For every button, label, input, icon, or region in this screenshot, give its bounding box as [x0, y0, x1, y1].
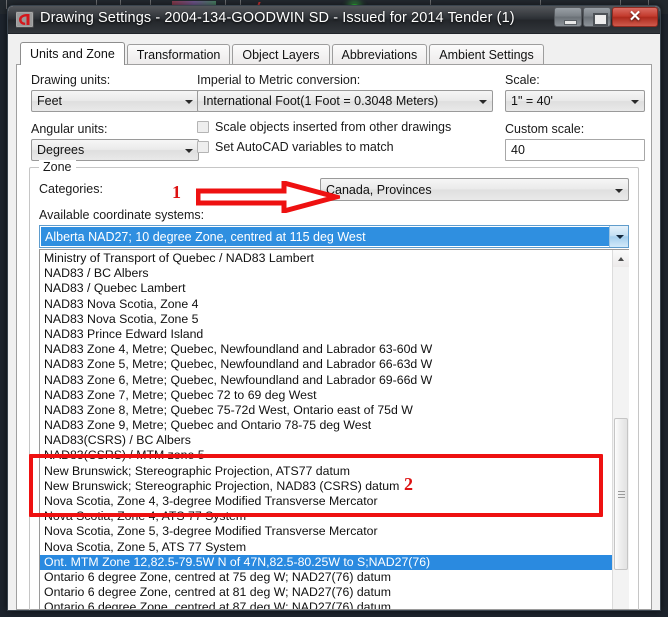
- scale-label: Scale:: [505, 73, 540, 87]
- chevron-down-icon: [479, 100, 487, 104]
- coordinate-system-selected-value: Alberta NAD27; 10 degree Zone, centred a…: [41, 227, 609, 246]
- tab-panel-units-and-zone: Drawing units: Feet Angular units: Degre…: [16, 64, 652, 610]
- list-item[interactable]: NAD83 Nova Scotia, Zone 4: [40, 297, 612, 312]
- scroll-up-arrow-icon[interactable]: [613, 250, 629, 267]
- list-item[interactable]: NAD83 Zone 5, Metre; Quebec, Newfoundlan…: [40, 357, 612, 372]
- list-item[interactable]: NAD83 / Quebec Lambert: [40, 281, 612, 296]
- set-autocad-variables-checkbox[interactable]: [197, 141, 209, 153]
- tab-strip: Units and Zone Transformation Object Lay…: [20, 42, 652, 65]
- window-controls: ✕: [554, 7, 658, 27]
- list-item[interactable]: NAD83 Zone 7, Metre; Quebec 72 to 69 deg…: [40, 388, 612, 403]
- custom-scale-label: Custom scale:: [505, 122, 585, 136]
- annotation-arrow-icon: [196, 181, 340, 213]
- close-icon: ✕: [628, 8, 642, 25]
- dialog-client-area: Units and Zone Transformation Object Lay…: [8, 34, 660, 610]
- scale-objects-checkbox[interactable]: [197, 121, 209, 133]
- drawing-units-group: Drawing units: Feet Angular units: Degre…: [31, 73, 199, 161]
- list-item[interactable]: NAD83 Prince Edward Island: [40, 327, 612, 342]
- list-item[interactable]: NAD83 Zone 8, Metre; Quebec 75-72d West,…: [40, 403, 612, 418]
- tab-units-and-zone[interactable]: Units and Zone: [20, 42, 125, 65]
- scale-objects-checkbox-row[interactable]: Scale objects inserted from other drawin…: [197, 120, 493, 134]
- tab-object-layers[interactable]: Object Layers: [232, 44, 330, 65]
- list-item[interactable]: Nova Scotia, Zone 5, 3-degree Modified T…: [40, 524, 612, 539]
- coordinate-systems-list: Ministry of Transport of Quebec / NAD83 …: [40, 250, 612, 609]
- zone-group-caption: Zone: [39, 160, 76, 174]
- imperial-metric-group: Imperial to Metric conversion: Internati…: [197, 73, 493, 160]
- list-item[interactable]: Nova Scotia, Zone 5, ATS 77 System: [40, 540, 612, 555]
- imperial-to-metric-label: Imperial to Metric conversion:: [197, 73, 361, 87]
- list-item[interactable]: Ontario 6 degree Zone, centred at 87 deg…: [40, 600, 612, 609]
- list-item[interactable]: NAD83 / BC Albers: [40, 266, 612, 281]
- angular-units-combobox[interactable]: Degrees: [31, 139, 199, 161]
- drawing-units-value: Feet: [37, 94, 63, 108]
- imperial-to-metric-value: International Foot(1 Foot = 0.3048 Meter…: [203, 94, 439, 108]
- list-item[interactable]: NAD83(CSRS) / BC Albers: [40, 433, 612, 448]
- scale-combobox[interactable]: 1" = 40': [505, 90, 645, 112]
- drawing-settings-dialog: Drawing Settings - 2004-134-GOODWIN SD -…: [7, 5, 661, 611]
- imperial-to-metric-combobox[interactable]: International Foot(1 Foot = 0.3048 Meter…: [197, 90, 493, 112]
- scrollbar-thumb[interactable]: [614, 418, 628, 570]
- categories-combobox[interactable]: Canada, Provinces: [320, 178, 629, 201]
- tab-label: Abbreviations: [341, 48, 418, 62]
- drawing-units-label: Drawing units:: [31, 73, 111, 87]
- list-item[interactable]: Ontario 6 degree Zone, centred at 75 deg…: [40, 570, 612, 585]
- tab-label: Ambient Settings: [439, 48, 534, 62]
- angular-units-label: Angular units:: [31, 122, 108, 136]
- custom-scale-input[interactable]: 40: [505, 139, 645, 161]
- scale-group: Scale: 1" = 40' Custom scale: 40: [505, 73, 645, 161]
- scale-objects-label: Scale objects inserted from other drawin…: [215, 120, 452, 134]
- angular-units-value: Degrees: [37, 143, 85, 157]
- tab-ambient-settings[interactable]: Ambient Settings: [429, 44, 544, 65]
- autocad-civil3d-icon: [16, 11, 34, 28]
- list-item[interactable]: NAD83 Zone 6, Metre; Quebec, Newfoundlan…: [40, 373, 612, 388]
- listbox-scrollbar[interactable]: [612, 250, 629, 609]
- coordinate-system-dropdown-button[interactable]: [609, 226, 628, 247]
- chevron-down-icon: [185, 100, 193, 104]
- list-item[interactable]: NAD83 Zone 4, Metre; Quebec, Newfoundlan…: [40, 342, 612, 357]
- tab-label: Units and Zone: [30, 47, 115, 61]
- set-autocad-vars-checkbox-row[interactable]: Set AutoCAD variables to match: [197, 140, 493, 154]
- tab-transformation[interactable]: Transformation: [126, 44, 231, 65]
- chevron-down-icon: [631, 100, 639, 104]
- maximize-button[interactable]: [583, 7, 611, 27]
- available-coordinate-systems-label: Available coordinate systems:: [39, 208, 205, 222]
- window-title: Drawing Settings - 2004-134-GOODWIN SD -…: [40, 10, 515, 26]
- tab-label: Transformation: [136, 48, 221, 62]
- coordinate-systems-listbox[interactable]: Ministry of Transport of Quebec / NAD83 …: [39, 249, 629, 610]
- annotation-marker-1: 1: [172, 182, 181, 202]
- chevron-down-icon: [615, 189, 623, 193]
- categories-value: Canada, Provinces: [326, 183, 432, 197]
- close-button[interactable]: ✕: [612, 7, 658, 27]
- set-autocad-variables-label: Set AutoCAD variables to match: [215, 140, 394, 154]
- scale-value: 1" = 40': [511, 94, 553, 108]
- list-item[interactable]: NAD83 Zone 9, Metre; Quebec and Ontario …: [40, 418, 612, 433]
- categories-label: Categories:: [39, 182, 103, 196]
- drawing-units-combobox[interactable]: Feet: [31, 90, 199, 112]
- chevron-down-icon: [185, 149, 193, 153]
- list-item[interactable]: Ont. MTM Zone 12,82.5-79.5W N of 47N,82.…: [40, 554, 612, 570]
- title-bar[interactable]: Drawing Settings - 2004-134-GOODWIN SD -…: [8, 6, 660, 34]
- annotation-marker-2: 2: [404, 474, 413, 494]
- list-item[interactable]: NAD83 Nova Scotia, Zone 5: [40, 312, 612, 327]
- coordinate-system-combobox[interactable]: Alberta NAD27; 10 degree Zone, centred a…: [39, 225, 629, 248]
- zone-groupbox: Zone Categories: Canada, Provinces Avail…: [29, 160, 639, 610]
- list-item[interactable]: Ontario 6 degree Zone, centred at 81 deg…: [40, 585, 612, 600]
- annotation-box-2: [29, 454, 603, 517]
- tab-label: Object Layers: [242, 48, 320, 62]
- list-item[interactable]: Ministry of Transport of Quebec / NAD83 …: [40, 251, 612, 266]
- minimize-button[interactable]: [554, 7, 582, 27]
- tab-abbreviations[interactable]: Abbreviations: [331, 44, 428, 65]
